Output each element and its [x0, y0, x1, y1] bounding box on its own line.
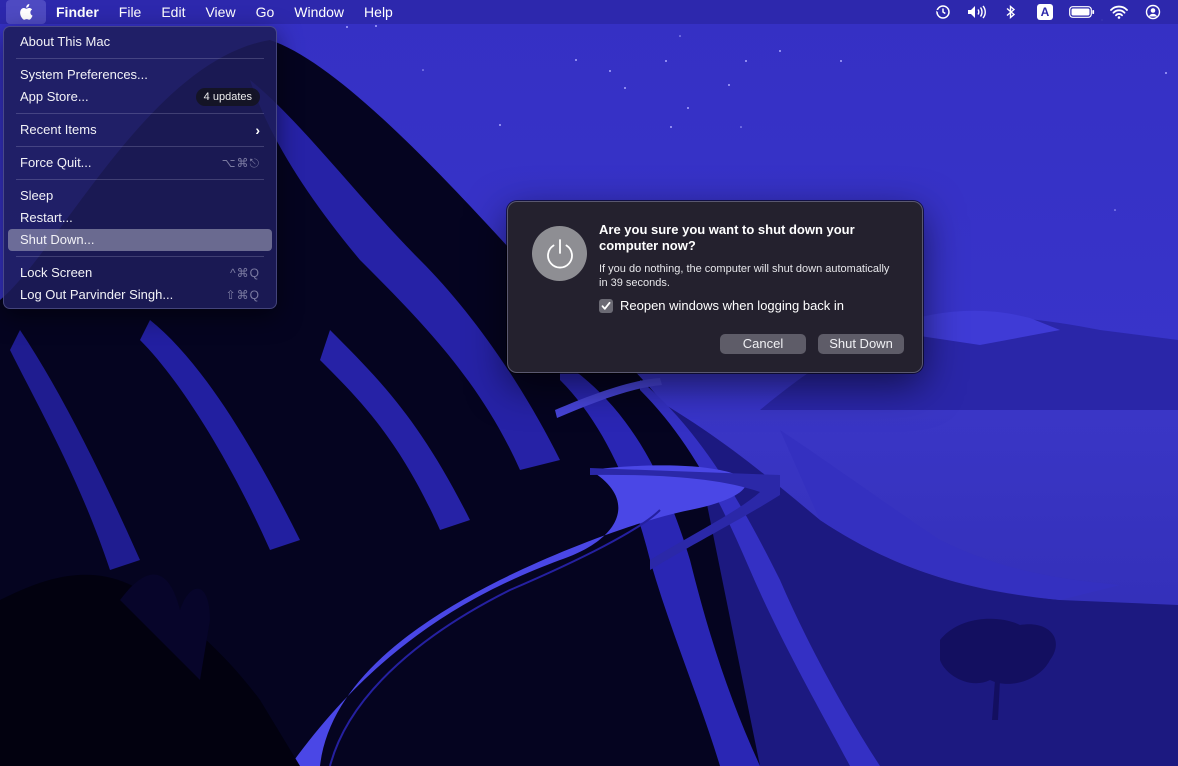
menu-separator — [16, 113, 264, 114]
input-source-icon[interactable]: A — [1028, 0, 1062, 24]
status-area: A — [926, 0, 1170, 24]
shortcut-lock-screen: ^⌘Q — [230, 266, 260, 280]
menu-item-log-out[interactable]: Log Out Parvinder Singh... ⇧⌘Q — [8, 284, 272, 306]
wifi-icon[interactable] — [1102, 0, 1136, 24]
menu-bar: Finder File Edit View Go Window Help A — [0, 0, 1178, 24]
menu-file[interactable]: File — [109, 0, 152, 24]
chevron-right-icon: › — [255, 122, 260, 138]
dialog-title: Are you sure you want to shut down your … — [599, 222, 855, 253]
battery-icon[interactable] — [1062, 0, 1102, 24]
volume-icon[interactable] — [960, 0, 994, 24]
menu-item-about-this-mac[interactable]: About This Mac — [8, 31, 272, 53]
menu-separator — [16, 179, 264, 180]
user-icon[interactable] — [1136, 0, 1170, 24]
power-icon — [532, 226, 587, 281]
reopen-windows-checkbox[interactable]: Reopen windows when logging back in — [599, 298, 844, 313]
updates-badge: 4 updates — [195, 88, 260, 106]
apple-menu-button[interactable] — [6, 0, 46, 24]
menu-item-shut-down[interactable]: Shut Down... — [8, 229, 272, 251]
time-machine-icon[interactable] — [926, 0, 960, 24]
menu-view[interactable]: View — [195, 0, 245, 24]
checkmark-icon[interactable] — [599, 298, 613, 313]
menu-separator — [16, 58, 264, 59]
menu-item-restart[interactable]: Restart... — [8, 207, 272, 229]
dialog-message: If you do nothing, the computer will shu… — [599, 263, 890, 289]
shortcut-log-out: ⇧⌘Q — [225, 288, 260, 302]
menu-item-system-preferences[interactable]: System Preferences... — [8, 64, 272, 86]
menu-finder[interactable]: Finder — [46, 0, 109, 24]
menu-window[interactable]: Window — [284, 0, 354, 24]
menu-help[interactable]: Help — [354, 0, 403, 24]
menu-item-app-store[interactable]: App Store... 4 updates — [8, 86, 272, 108]
menu-go[interactable]: Go — [246, 0, 285, 24]
menu-item-sleep[interactable]: Sleep — [8, 185, 272, 207]
shut-down-button[interactable]: Shut Down — [818, 334, 904, 354]
shutdown-dialog: Are you sure you want to shut down your … — [507, 201, 923, 373]
apple-menu-dropdown: About This Mac System Preferences... App… — [3, 26, 277, 309]
menu-item-recent-items[interactable]: Recent Items › — [8, 119, 272, 141]
bluetooth-icon[interactable] — [994, 0, 1028, 24]
menu-separator — [16, 256, 264, 257]
menu-separator — [16, 146, 264, 147]
menu-item-force-quit[interactable]: Force Quit... ⌥⌘⎋ — [8, 152, 272, 174]
menu-edit[interactable]: Edit — [151, 0, 195, 24]
cancel-button[interactable]: Cancel — [720, 334, 806, 354]
checkbox-label: Reopen windows when logging back in — [620, 298, 845, 313]
shortcut-force-quit: ⌥⌘⎋ — [221, 156, 260, 170]
menu-item-lock-screen[interactable]: Lock Screen ^⌘Q — [8, 262, 272, 284]
apple-logo-icon — [20, 4, 33, 20]
